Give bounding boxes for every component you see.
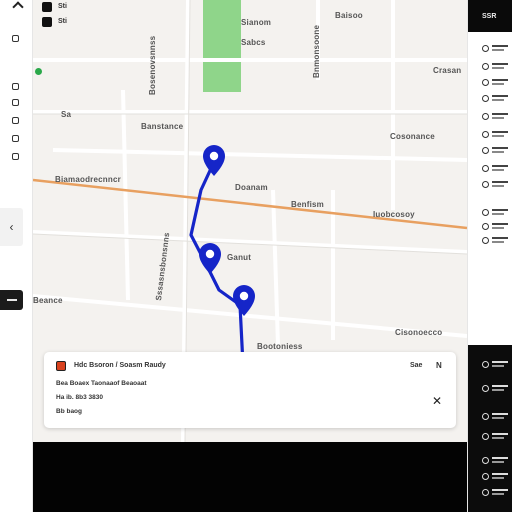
panel-item[interactable] <box>482 432 510 442</box>
collapse-panel-button[interactable]: ‹ <box>0 208 23 246</box>
place-logo-icon <box>56 361 66 371</box>
map-label: Crasan <box>433 66 462 75</box>
map-label: Ganut <box>227 253 252 262</box>
close-icon[interactable]: ✕ <box>432 394 442 408</box>
route-pin-waypoint[interactable] <box>199 243 221 274</box>
panel-item[interactable] <box>482 488 510 498</box>
menu-icon <box>7 299 17 301</box>
panel-item[interactable] <box>482 146 510 156</box>
map-label: Banstance <box>141 122 184 131</box>
right-panel-dark-section <box>468 345 512 512</box>
place-title: Hdc Bsoron / Soasm Raudy <box>74 362 166 369</box>
map-label: Baisoo <box>335 11 363 20</box>
map-label: Benfism <box>291 200 324 209</box>
pin-icon <box>482 45 489 52</box>
map-label: Sa <box>61 110 72 119</box>
map-label: Iuobcosoy <box>373 210 415 219</box>
map-label: Biamaodrecnncr <box>55 175 121 184</box>
panel-item[interactable] <box>482 236 510 246</box>
right-panel: SSR <box>467 0 512 512</box>
panel-item[interactable] <box>482 112 510 122</box>
menu-icon[interactable] <box>42 2 52 12</box>
map-label: Bnmonsoone <box>312 24 321 78</box>
pin-icon <box>482 165 489 172</box>
info-icon <box>482 413 489 420</box>
map-label: Cisonoecco <box>395 328 443 337</box>
layers-icon[interactable] <box>42 17 52 27</box>
info-icon <box>482 473 489 480</box>
panel-item[interactable] <box>482 360 510 370</box>
map-app: ‹ Sianom Sabcs Crasan Sa Banstance Baiso… <box>0 0 512 512</box>
map-label: Bosenovsnnss <box>148 35 157 95</box>
panel-item[interactable] <box>482 384 510 394</box>
top-label: Sti <box>58 18 67 25</box>
panel-item[interactable] <box>482 164 510 174</box>
pin-icon <box>482 63 489 70</box>
map-label: Doanam <box>235 183 268 192</box>
route-pin-destination[interactable] <box>233 285 255 316</box>
top-label: Sti <box>58 3 67 10</box>
map-label: Beance <box>33 296 63 305</box>
park-area <box>203 0 241 92</box>
menu-toggle-button[interactable] <box>0 290 23 310</box>
route-pin-start[interactable] <box>203 145 225 176</box>
saved-icon[interactable] <box>12 99 19 106</box>
right-panel-title: SSR <box>482 13 497 20</box>
map-label: Cosonance <box>390 132 435 141</box>
panel-item[interactable] <box>482 208 510 218</box>
map-label: Sabcs <box>241 38 266 47</box>
pin-icon <box>482 131 489 138</box>
map-label: Bootoniess <box>257 342 303 351</box>
recent-icon[interactable] <box>12 117 19 124</box>
location-dot <box>35 68 42 75</box>
panel-item[interactable] <box>482 130 510 140</box>
pin-icon <box>482 223 489 230</box>
print-icon[interactable] <box>12 153 19 160</box>
panel-item[interactable] <box>482 62 510 72</box>
place-phone: Ha ib. 8b3 3830 <box>56 394 103 401</box>
save-button[interactable]: Sae <box>410 362 422 369</box>
place-address: Bea Boaex Taonaaof Beaoaat <box>56 380 147 387</box>
panel-item[interactable] <box>482 44 510 54</box>
chevron-left-icon: ‹ <box>9 220 14 234</box>
place-category: Bb baog <box>56 408 82 415</box>
panel-item[interactable] <box>482 78 510 88</box>
info-icon <box>482 385 489 392</box>
info-icon <box>482 433 489 440</box>
share-icon[interactable] <box>12 135 19 142</box>
bottom-panel <box>33 442 467 512</box>
pin-icon <box>482 237 489 244</box>
pin-icon <box>482 95 489 102</box>
panel-item[interactable] <box>482 412 510 422</box>
panel-item[interactable] <box>482 472 510 482</box>
map-label: Sianom <box>241 18 272 27</box>
panel-item[interactable] <box>482 180 510 190</box>
panel-item[interactable] <box>482 94 510 104</box>
pin-icon <box>482 181 489 188</box>
info-icon <box>482 457 489 464</box>
layers-icon[interactable] <box>12 35 19 42</box>
place-info-card[interactable]: Hdc Bsoron / Soasm Raudy Bea Boaex Taona… <box>44 352 456 428</box>
info-icon <box>482 361 489 368</box>
info-icon <box>482 489 489 496</box>
pin-icon <box>482 113 489 120</box>
right-panel-header: SSR <box>468 0 512 32</box>
pin-icon <box>482 147 489 154</box>
panel-item[interactable] <box>482 456 510 466</box>
directions-icon[interactable] <box>12 83 19 90</box>
left-toolbar <box>0 0 33 512</box>
panel-item[interactable] <box>482 222 510 232</box>
pin-icon <box>482 79 489 86</box>
pin-icon <box>482 209 489 216</box>
share-button[interactable]: N <box>436 361 442 370</box>
